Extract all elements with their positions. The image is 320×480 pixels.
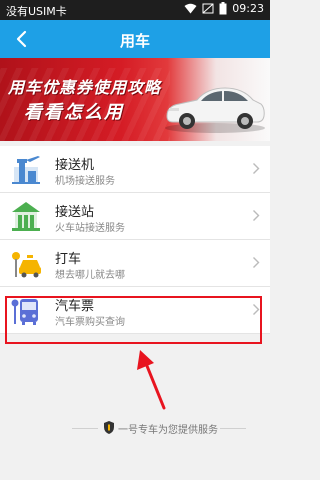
divider [72,428,98,429]
list-item-taxi[interactable]: 打车 想去哪儿就去哪 [0,240,270,287]
list-item-train-station[interactable]: 接送站 火车站接送服务 [0,193,270,240]
item-name: 打车 [55,252,82,267]
item-desc: 机场接送服务 [55,176,115,187]
shield-icon [104,421,114,434]
item-name: 接送机 [55,158,95,173]
item-name: 接送站 [55,205,95,220]
footer-text: 一号专车为您提供服务 [118,425,218,436]
chevron-right-icon [253,257,260,268]
no-sim-icon [202,3,214,14]
status-icons: 09:23 [184,2,264,15]
chevron-right-icon [253,210,260,221]
nav-bar: 用车 [0,20,270,58]
divider [220,428,246,429]
battery-icon [219,2,227,15]
promo-banner[interactable]: 用车优惠券使用攻略 看看怎么用 [0,58,270,141]
footer: 一号专车为您提供服务 [0,418,270,438]
wifi-icon [184,3,197,14]
airport-icon [12,156,40,184]
car-image [165,87,265,133]
item-desc: 想去哪儿就去哪 [55,270,125,281]
carrier-label: 没有USIM卡 [6,5,67,18]
highlight-box [5,296,262,344]
item-desc: 火车站接送服务 [55,223,125,234]
banner-subheadline: 看看怎么用 [24,102,124,123]
banner-headline: 用车优惠券使用攻略 [8,78,162,97]
clock: 09:23 [232,2,264,15]
taxi-icon [12,252,41,278]
list-item-airport[interactable]: 接送机 机场接送服务 [0,146,270,193]
red-arrow-annotation [137,350,166,410]
train-station-icon [12,202,40,231]
page-title: 用车 [119,32,150,50]
chevron-right-icon [253,163,260,174]
status-bar: 没有USIM卡 09:23 [0,0,270,20]
